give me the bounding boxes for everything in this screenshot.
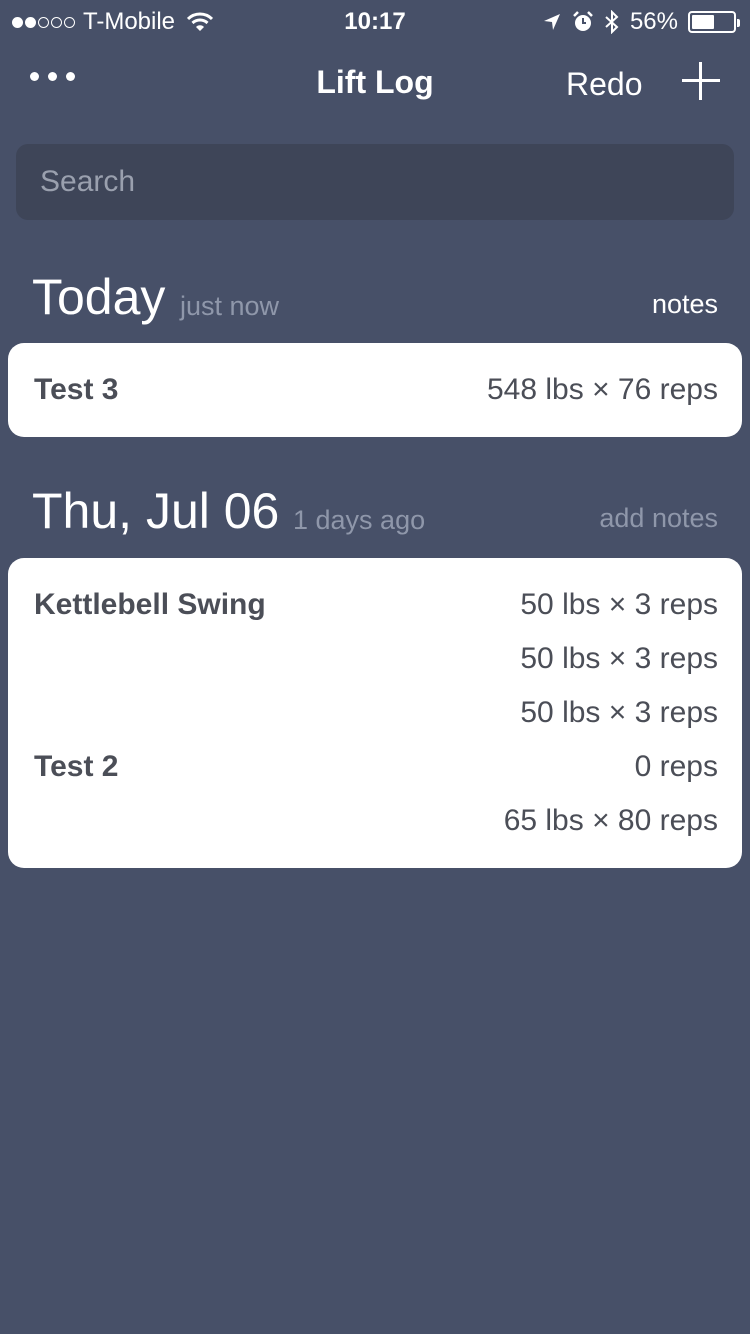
exercise-name: Test 3 — [34, 373, 119, 406]
section-title: Today — [32, 269, 166, 325]
list-item[interactable]: Test 2 0 reps — [34, 740, 718, 794]
notes-button[interactable]: notes — [652, 289, 718, 320]
section-time-ago: 1 days ago — [293, 505, 426, 535]
exercise-name: Kettlebell Swing — [34, 588, 266, 621]
exercise-name: Test 2 — [34, 750, 119, 783]
list-item[interactable]: Kettlebell Swing 50 lbs × 3 reps — [34, 578, 718, 632]
workout-card-jul-06[interactable]: Kettlebell Swing 50 lbs × 3 reps 50 lbs … — [8, 558, 742, 868]
status-bar: T-Mobile 10:17 56% — [0, 0, 750, 40]
section-header-jul-06: Thu, Jul 06 1 days ago add notes — [32, 480, 718, 540]
lift-log-screen: T-Mobile 10:17 56% Lift Log Redo Search … — [0, 0, 750, 1334]
set-detail: 65 lbs × 80 reps — [503, 804, 718, 837]
list-item[interactable]: 50 lbs × 3 reps — [34, 686, 718, 740]
battery-percent: 56% — [629, 8, 678, 35]
battery-level — [692, 15, 715, 29]
battery-tip — [737, 19, 740, 27]
add-notes-button[interactable]: add notes — [599, 503, 718, 534]
list-item[interactable]: 50 lbs × 3 reps — [34, 632, 718, 686]
alarm-icon — [573, 11, 593, 31]
set-detail: 50 lbs × 3 reps — [520, 696, 718, 729]
set-detail: 50 lbs × 3 reps — [520, 642, 718, 675]
set-detail: 50 lbs × 3 reps — [520, 588, 718, 621]
status-right: 56% — [542, 8, 740, 36]
section-header-today: Today just now notes — [32, 266, 718, 326]
list-item[interactable]: Test 3 548 lbs × 76 reps — [34, 363, 718, 417]
plus-icon[interactable] — [682, 62, 720, 100]
section-title: Thu, Jul 06 — [32, 483, 280, 539]
list-item[interactable]: 65 lbs × 80 reps — [34, 794, 718, 848]
section-time-ago: just now — [180, 291, 280, 321]
bluetooth-icon — [605, 10, 619, 34]
location-icon — [543, 14, 560, 30]
nav-bar: Lift Log Redo — [0, 50, 750, 120]
workout-card-today[interactable]: Test 3 548 lbs × 76 reps — [8, 343, 742, 437]
redo-button[interactable]: Redo — [566, 66, 643, 103]
set-detail: 0 reps — [634, 750, 718, 783]
search-input[interactable] — [16, 144, 734, 220]
set-detail: 548 lbs × 76 reps — [487, 373, 718, 406]
battery-icon — [688, 11, 740, 33]
